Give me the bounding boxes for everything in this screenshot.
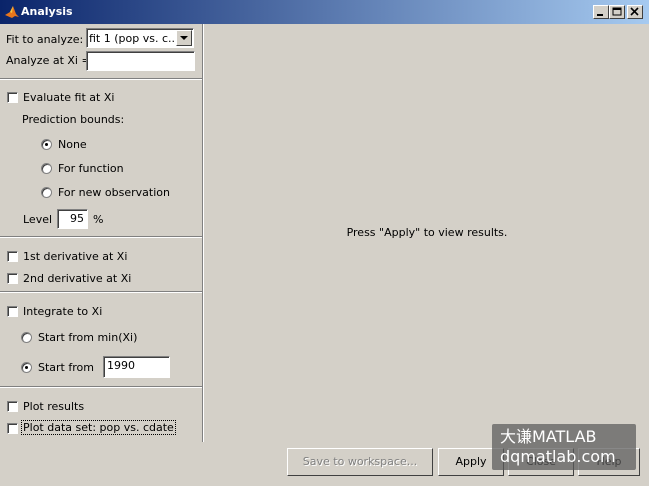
start-from-input[interactable]: 1990 [103, 356, 170, 378]
start-from-min-label: Start from min(Xi) [38, 331, 138, 344]
bounds-none-label: None [58, 138, 87, 151]
plot-dataset-checkbox[interactable] [7, 423, 18, 434]
divider [0, 78, 202, 80]
fit-dropdown-button[interactable] [176, 30, 192, 46]
second-derivative-label: 2nd derivative at Xi [23, 272, 132, 285]
plot-results-label: Plot results [23, 400, 85, 413]
integrate-checkbox[interactable] [7, 306, 18, 317]
minimize-icon [597, 14, 603, 16]
bounds-function-label: For function [58, 162, 124, 175]
start-from-min-radio[interactable] [21, 332, 32, 343]
plot-dataset-label: Plot data set: pop vs. cdate [21, 420, 176, 435]
first-derivative-label: 1st derivative at Xi [23, 250, 128, 263]
save-to-workspace-button[interactable]: Save to workspace... [287, 448, 433, 476]
percent-label: % [93, 213, 104, 226]
prediction-bounds-label: Prediction bounds: [22, 113, 125, 126]
integrate-label: Integrate to Xi [23, 305, 103, 318]
bounds-new-observation-label: For new observation [58, 186, 170, 199]
options-panel: Fit to analyze: fit 1 (pop vs. c... Anal… [0, 24, 203, 442]
fit-select-value: fit 1 (pop vs. c... [89, 32, 179, 45]
fit-select[interactable]: fit 1 (pop vs. c... [86, 28, 194, 48]
analyze-at-xi-input[interactable] [86, 51, 195, 71]
maximize-button[interactable] [609, 5, 625, 19]
first-derivative-checkbox[interactable] [7, 251, 18, 262]
level-input[interactable]: 95 [57, 209, 88, 229]
evaluate-fit-checkbox[interactable] [7, 92, 18, 103]
analyze-at-xi-label: Analyze at Xi = [6, 54, 91, 67]
divider [0, 236, 202, 238]
minimize-button[interactable] [593, 5, 609, 19]
watermark: 大谦MATLAB dqmatlab.com [492, 424, 636, 470]
plot-results-checkbox[interactable] [7, 401, 18, 412]
close-icon [630, 7, 639, 16]
results-message: Press "Apply" to view results. [346, 226, 508, 239]
bounds-new-observation-radio[interactable] [41, 187, 52, 198]
bounds-none-radio[interactable] [41, 139, 52, 150]
chevron-down-icon [180, 36, 188, 40]
results-panel: Press "Apply" to view results. [203, 24, 649, 442]
window-title: Analysis [21, 5, 73, 18]
watermark-line-1: 大谦MATLAB [500, 427, 597, 446]
start-from-radio[interactable] [21, 362, 32, 373]
matlab-logo-icon [5, 6, 19, 18]
second-derivative-checkbox[interactable] [7, 273, 18, 284]
level-label: Level [23, 213, 53, 226]
bounds-function-radio[interactable] [41, 163, 52, 174]
divider [0, 291, 202, 293]
close-window-button[interactable] [627, 5, 643, 19]
fit-to-analyze-label: Fit to analyze: [6, 33, 84, 46]
start-from-label: Start from [38, 361, 94, 374]
maximize-icon [612, 7, 622, 16]
evaluate-fit-label: Evaluate fit at Xi [23, 91, 115, 104]
title-bar: Analysis [0, 0, 649, 24]
watermark-line-2: dqmatlab.com [500, 447, 616, 466]
divider [0, 386, 202, 388]
